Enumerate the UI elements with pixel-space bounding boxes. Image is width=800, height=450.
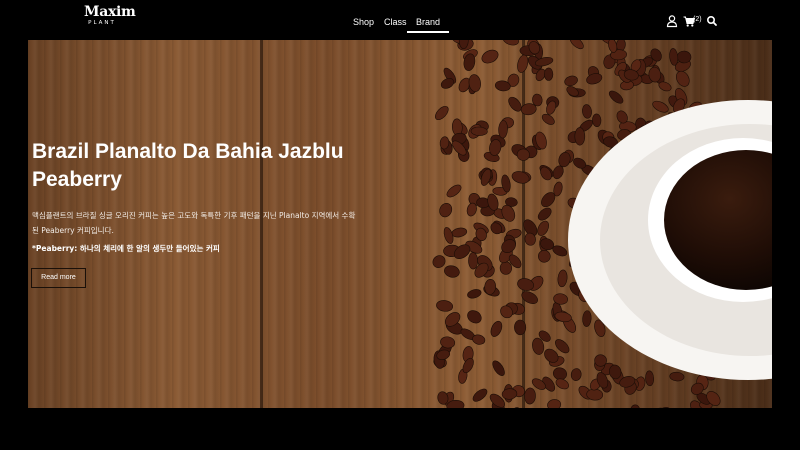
coffee-bean xyxy=(432,255,446,268)
coffee-bean xyxy=(564,75,578,87)
coffee-bean xyxy=(656,406,670,408)
coffee-bean xyxy=(557,269,568,288)
search-icon[interactable] xyxy=(706,13,718,27)
coffee-bean xyxy=(498,120,508,139)
coffee-bean xyxy=(514,319,527,336)
coffee-bean xyxy=(652,100,669,113)
hero-description: 맥심플랜트의 브라질 싱글 오리진 커피는 높은 고도와 독특한 기후 패턴을 … xyxy=(32,211,356,235)
coffee-bean xyxy=(444,265,460,278)
coffee-bean xyxy=(592,113,602,127)
coffee-bean xyxy=(468,252,479,270)
user-icon[interactable] xyxy=(666,13,678,28)
coffee-bean xyxy=(669,371,685,382)
coffee-bean xyxy=(467,310,482,324)
coffee-bean xyxy=(582,104,592,119)
coffee-bean xyxy=(675,407,691,408)
hero-title: Brazil Planalto Da Bahia Jazblu Peaberry xyxy=(32,140,344,191)
nav-brand[interactable]: Brand xyxy=(406,12,450,33)
coffee-bean xyxy=(435,105,449,121)
coffee-bean xyxy=(490,320,503,337)
coffee-bean xyxy=(436,300,454,312)
coffee-bean xyxy=(586,73,603,85)
hero-banner: Brazil Planalto Da Bahia Jazblu Peaberry… xyxy=(28,40,772,408)
coffee-bean xyxy=(669,48,679,66)
coffee-bean xyxy=(645,370,655,387)
coffee-bean xyxy=(537,220,550,236)
coffee-bean xyxy=(467,289,482,299)
site-header: Maxim PLANT Shop Class Brand (2) xyxy=(0,0,800,40)
coffee-bean xyxy=(502,40,519,46)
coffee-bean xyxy=(511,171,530,184)
coffee-bean xyxy=(451,227,468,238)
coffee-bean xyxy=(524,387,536,405)
coffee-bean xyxy=(490,222,503,235)
coffee-bean xyxy=(470,126,488,136)
coffee-bean xyxy=(537,207,552,221)
coffee-bean xyxy=(608,90,624,104)
coffee-bean xyxy=(517,54,529,73)
nav-class[interactable]: Class xyxy=(384,12,407,32)
coffee-bean xyxy=(547,399,562,408)
coffee-bean xyxy=(521,291,538,304)
coffee-bean xyxy=(574,127,586,146)
coffee-bean xyxy=(569,40,584,50)
coffee-bean xyxy=(439,202,453,218)
coffee-bean xyxy=(481,49,499,64)
hero-note: *Peaberry: 하나의 체리에 한 알의 생두만 들어있는 커피 xyxy=(32,244,220,253)
coffee-bean xyxy=(630,404,641,408)
coffee-bean xyxy=(570,368,582,381)
nav-shop[interactable]: Shop xyxy=(353,12,374,32)
coffee-bean xyxy=(443,227,454,244)
coffee-bean xyxy=(472,388,488,402)
read-more-button[interactable]: Read more xyxy=(31,268,86,288)
main-nav: Shop Class Brand xyxy=(0,12,800,34)
coffee-bean xyxy=(507,407,521,408)
coffee-bean xyxy=(582,310,592,327)
coffee-bean xyxy=(537,250,551,263)
cart-count[interactable]: (2) xyxy=(693,13,702,27)
coffee-bean xyxy=(499,261,513,275)
coffee-bean xyxy=(676,70,690,87)
coffee-bean xyxy=(492,360,505,376)
coffee-bean xyxy=(446,184,462,198)
coffee-bean xyxy=(543,67,554,81)
